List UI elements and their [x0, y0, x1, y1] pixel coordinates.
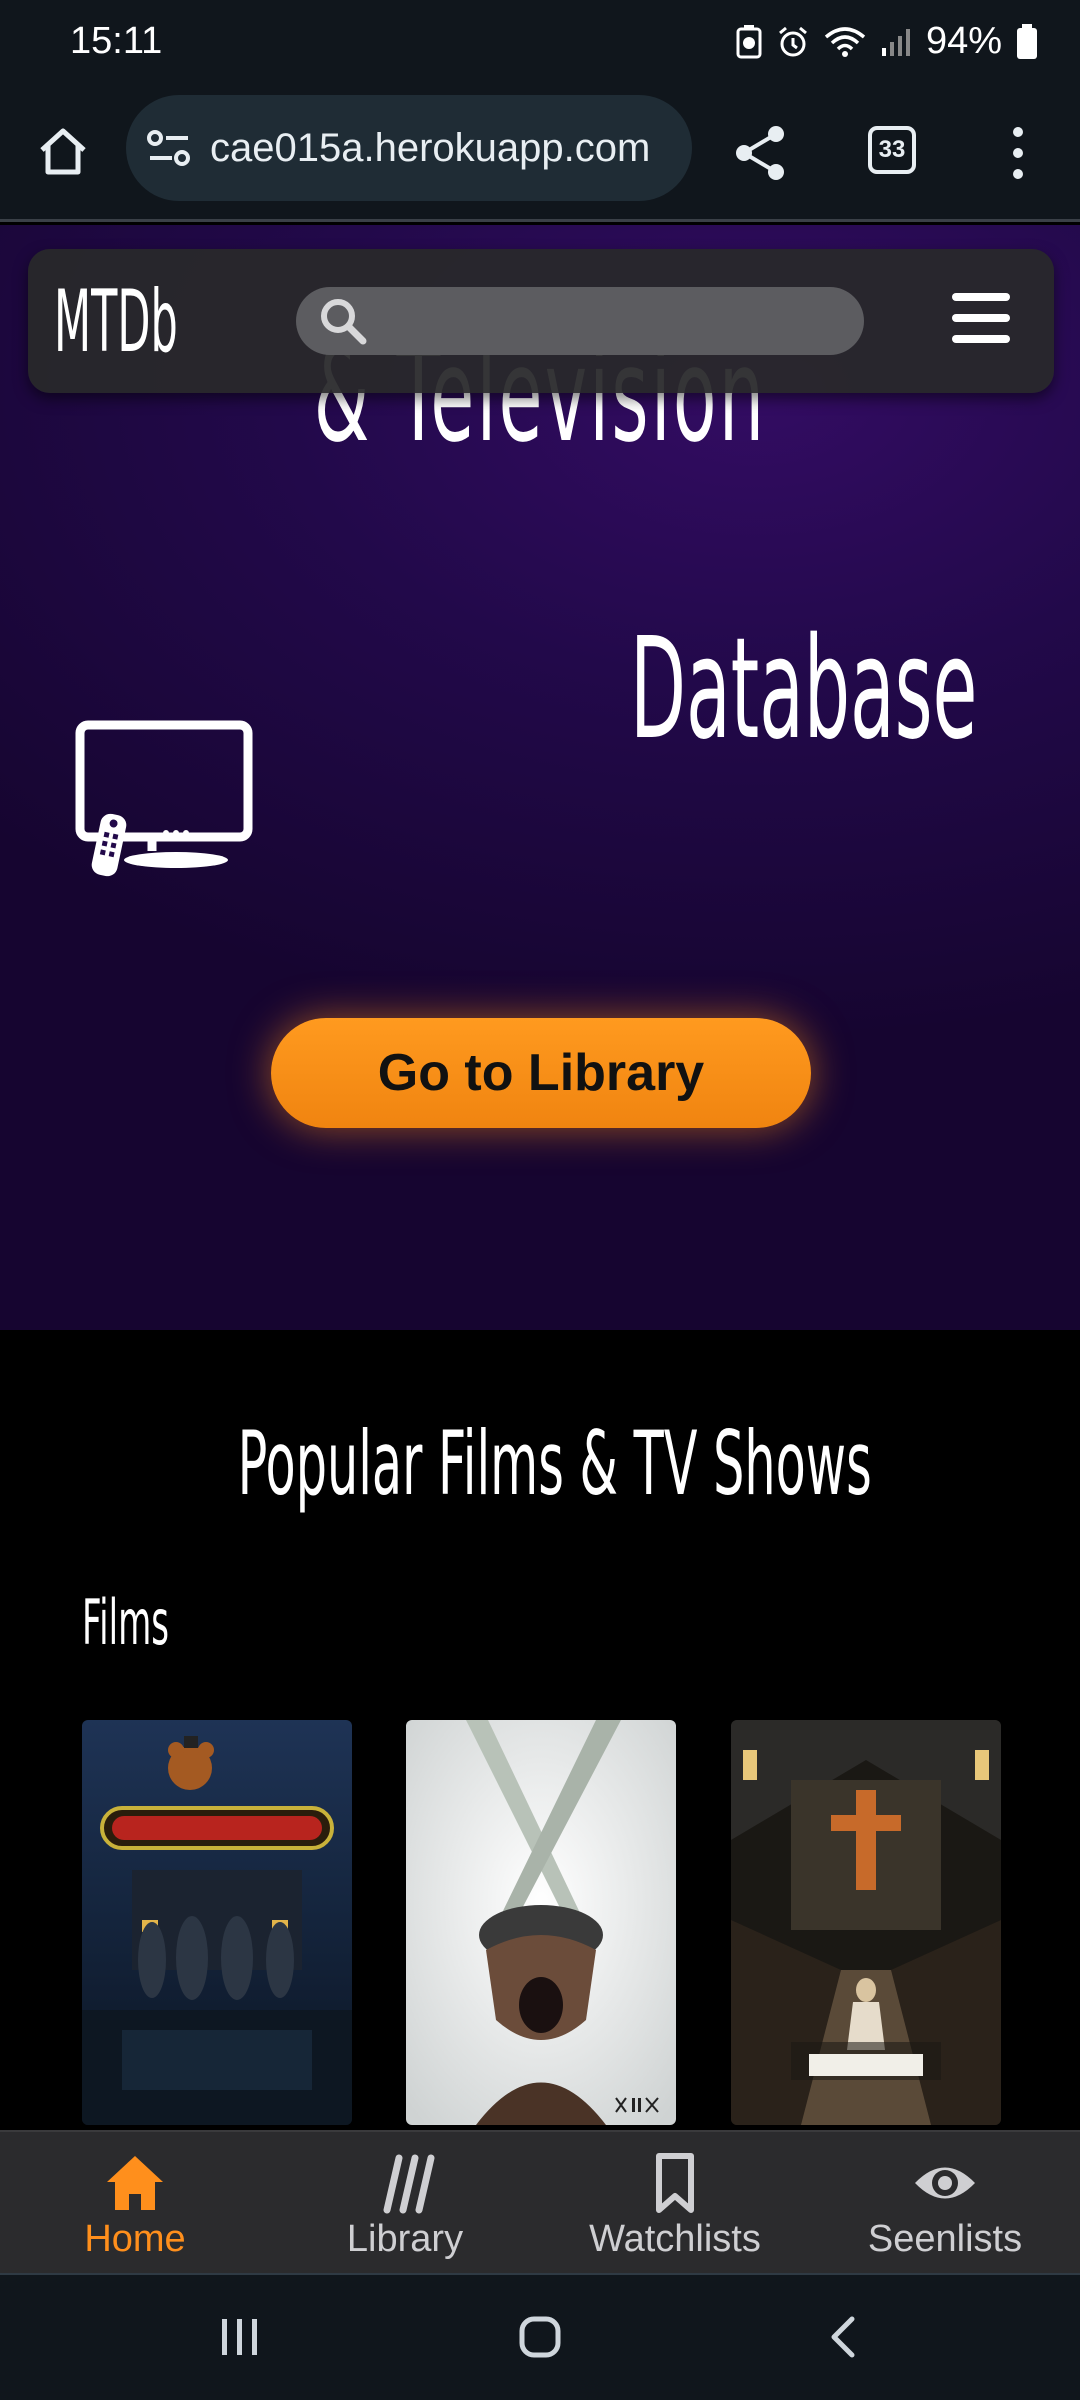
url-text: cae015a.herokuapp.com [210, 125, 651, 170]
hamburger-line [952, 335, 1010, 343]
film-poster-five-nights[interactable] [82, 1720, 352, 2125]
eye-icon [915, 2167, 975, 2199]
search-icon [321, 299, 367, 345]
home-icon [107, 2156, 163, 2210]
browser-menu-button[interactable] [1000, 122, 1036, 184]
bottom-tab-bar: Home Library Watchlists Seenlists [0, 2130, 1080, 2273]
poster-image [406, 1720, 676, 2125]
tab-seenlists-label: Seenlists [867, 2218, 1023, 2260]
tab-home[interactable]: Home [0, 2132, 270, 2273]
home-outline-icon [40, 128, 86, 175]
battery-saver-icon [736, 24, 762, 59]
status-bar: 15:11 94% [0, 0, 1080, 88]
back-icon[interactable] [822, 2315, 866, 2359]
tv-remote-icon [75, 720, 253, 877]
site-search-bar[interactable] [296, 287, 864, 355]
share-button[interactable] [730, 122, 792, 184]
go-to-library-button[interactable]: Go to Library [271, 1018, 811, 1128]
hamburger-line [952, 314, 1010, 322]
library-icon [383, 2154, 435, 2214]
hamburger-menu-button[interactable] [952, 293, 1010, 343]
system-navigation-bar [0, 2273, 1080, 2400]
tab-watchlists-label: Watchlists [589, 2218, 761, 2260]
home-button-icon[interactable] [518, 2315, 562, 2359]
wifi-icon [824, 25, 866, 59]
status-icons: 94% [736, 20, 1038, 63]
hamburger-line [952, 293, 1010, 301]
browser-home-button[interactable] [30, 118, 96, 184]
browser-toolbar: cae015a.herokuapp.com 33 [0, 88, 1080, 222]
poster-image [82, 1720, 352, 2125]
recent-apps-icon[interactable] [218, 2315, 262, 2359]
tab-watchlists[interactable]: Watchlists [540, 2132, 810, 2273]
site-logo[interactable]: MTDb [54, 279, 178, 365]
film-poster-the-exorcist[interactable] [731, 1720, 1001, 2125]
battery-icon [1016, 23, 1038, 60]
tab-library-label: Library [346, 2218, 464, 2260]
share-icon [736, 126, 784, 180]
status-time: 15:11 [70, 20, 163, 62]
tab-library[interactable]: Library [270, 2132, 540, 2273]
site-settings-icon[interactable] [146, 123, 196, 173]
signal-icon [880, 26, 912, 58]
film-poster-saw-x[interactable] [406, 1720, 676, 2125]
popular-section-title: Popular Films & TV Shows [237, 1412, 872, 1515]
films-heading: Films [82, 1586, 170, 1659]
bookmark-icon [656, 2153, 694, 2213]
poster-image [731, 1720, 1001, 2125]
tab-seenlists[interactable]: Seenlists [810, 2132, 1080, 2273]
site-navbar: MTDb [28, 249, 1054, 393]
battery-level: 94% [925, 20, 1002, 62]
alarm-icon [776, 25, 810, 59]
search-input[interactable] [382, 303, 864, 339]
tab-switcher-button[interactable]: 33 [868, 126, 916, 174]
hero-title-line2: Database [630, 608, 978, 771]
tab-home-label: Home [84, 2218, 186, 2260]
more-vert-icon [1013, 127, 1023, 179]
address-bar[interactable]: cae015a.herokuapp.com [126, 95, 692, 201]
popular-section: Popular Films & TV Shows Films [0, 1330, 1080, 2130]
